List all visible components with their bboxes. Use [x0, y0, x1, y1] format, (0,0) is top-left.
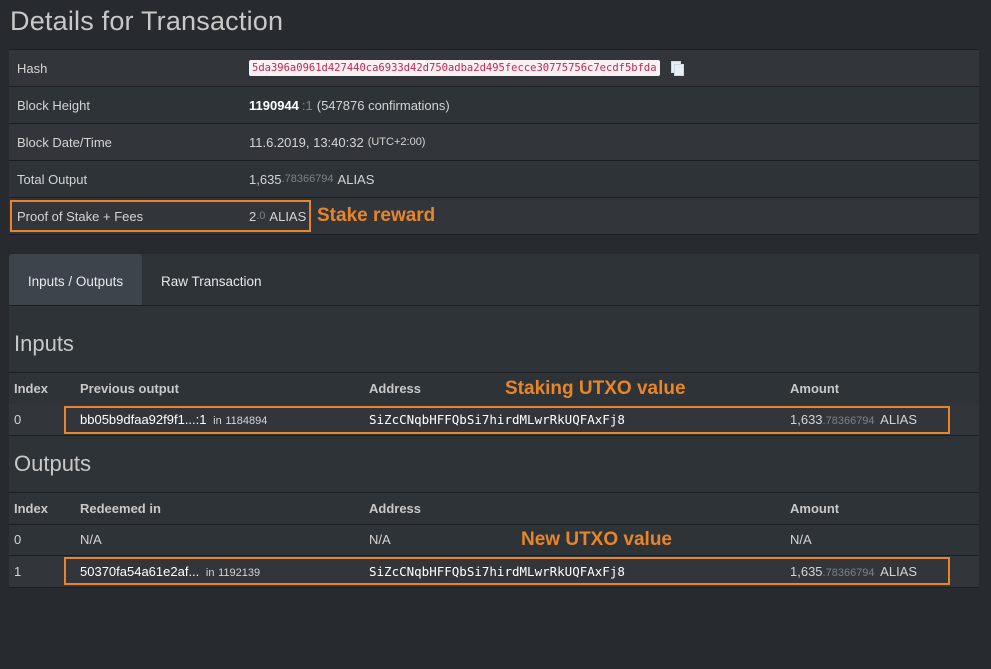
outputs-header-redeemed-in: Redeemed in — [80, 501, 161, 516]
block-date-label: Block Date/Time — [17, 134, 112, 150]
staking-utxo-annotation: Staking UTXO value — [505, 378, 686, 399]
confirmations: (547876 confirmations) — [316, 97, 450, 113]
block-height-link[interactable]: 1190944 — [249, 98, 299, 113]
outputs-header-address: Address — [369, 501, 422, 516]
output-row-0: 0 N/A N/A N/A — [9, 524, 979, 556]
staking-utxo-highlight — [64, 406, 950, 434]
total-output-unit: ALIAS — [337, 171, 375, 187]
output-0-index: 0 — [14, 532, 22, 547]
new-utxo-annotation: New UTXO value — [521, 529, 672, 550]
new-utxo-highlight — [64, 557, 950, 585]
inputs-header-index: Index — [14, 381, 48, 396]
inputs-header-previous-output: Previous output — [80, 381, 179, 396]
copy-icon[interactable] — [670, 61, 684, 76]
inputs-table-header: Index Previous output Address Amount — [9, 372, 979, 405]
page-title: Details for Transaction — [10, 6, 284, 36]
total-output-int: 1,635 — [249, 171, 282, 187]
stake-reward-highlight — [10, 200, 311, 232]
total-output-dec: .78366794 — [281, 173, 334, 185]
block-height-suffix: :1 — [301, 97, 313, 113]
hash-row: Hash 5da396a0961d427440ca6933d42d750adba… — [9, 50, 979, 87]
block-height-label: Block Height — [17, 97, 90, 113]
outputs-title: Outputs — [14, 451, 92, 476]
input-index: 0 — [14, 412, 22, 427]
outputs-header-amount: Amount — [790, 501, 840, 516]
block-height-row: Block Height 1190944 :1 (547876 confirma… — [9, 87, 979, 124]
output-0-amount: N/A — [790, 532, 812, 547]
output-0-address: N/A — [369, 532, 391, 547]
outputs-header-index: Index — [14, 501, 48, 516]
output-1-index: 1 — [14, 564, 22, 579]
outputs-table-header: Index Redeemed in Address Amount — [9, 492, 979, 525]
block-date-row: Block Date/Time 11.6.2019, 13:40:32 (UTC… — [9, 124, 979, 161]
total-output-row: Total Output 1,635.78366794 ALIAS — [9, 161, 979, 198]
total-output-label: Total Output — [17, 171, 88, 187]
output-0-redeemed: N/A — [80, 532, 102, 547]
stake-reward-annotation: Stake reward — [317, 205, 436, 226]
inputs-header-amount: Amount — [790, 381, 840, 396]
hash-label: Hash — [17, 60, 48, 76]
block-date-value: 11.6.2019, 13:40:32 — [249, 134, 364, 150]
tab-raw-transaction[interactable]: Raw Transaction — [161, 254, 262, 305]
block-date-timezone: (UTC+2:00) — [367, 136, 426, 148]
tab-inputs-outputs[interactable]: Inputs / Outputs — [9, 254, 142, 305]
tabs-bar: Inputs / Outputs Raw Transaction — [9, 254, 979, 306]
hash-value[interactable]: 5da396a0961d427440ca6933d42d750adba2d495… — [249, 60, 660, 76]
inputs-header-address: Address — [369, 381, 422, 396]
inputs-title: Inputs — [14, 331, 74, 356]
